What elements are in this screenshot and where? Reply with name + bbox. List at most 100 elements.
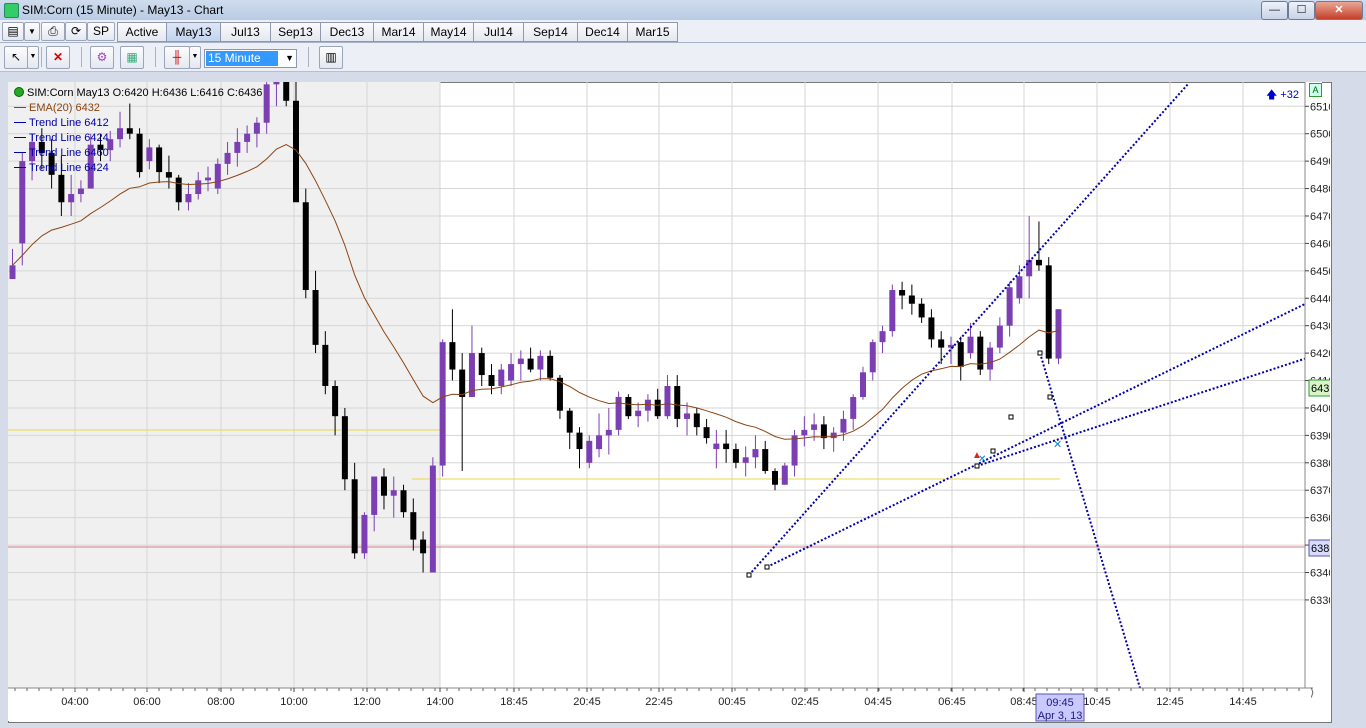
candle-body [429, 465, 436, 573]
trend-line [976, 357, 1308, 467]
tab-jul13[interactable]: Jul13 [220, 22, 271, 42]
time-tick-label: 06:45 [938, 696, 966, 708]
candle-body [664, 386, 671, 417]
tab-dec13[interactable]: Dec13 [320, 22, 374, 42]
execution-marker: ✕ [978, 454, 986, 465]
chart-legend: SIM:Corn May13 O:6420 H:6436 L:6416 C:64… [14, 86, 262, 176]
candle-body [1006, 287, 1013, 326]
candle-body [830, 432, 837, 439]
up-arrow-icon: 🡅 [1266, 89, 1278, 101]
tab-dec14[interactable]: Dec14 [577, 22, 628, 42]
print-icon[interactable]: ⎙ [41, 22, 65, 41]
interval-dropdown[interactable]: 15 Minute ▼ [204, 49, 297, 68]
tab-may13[interactable]: May13 [166, 22, 221, 42]
instrument-selector[interactable]: SP ▼ [87, 22, 115, 55]
properties-icon[interactable]: ⚙ [90, 46, 114, 69]
time-tick-label: 00:45 [718, 696, 746, 708]
trend-line [1039, 352, 1141, 689]
cursor-date-label: Apr 3, 13 [1038, 710, 1083, 722]
candle-body [566, 410, 573, 433]
tab-may14[interactable]: May14 [423, 22, 474, 42]
candle-body [928, 317, 935, 340]
candle-body [537, 355, 544, 370]
tab-mar15[interactable]: Mar15 [627, 22, 678, 42]
candle-body [371, 476, 378, 515]
autoscale-badge[interactable]: A [1309, 83, 1322, 97]
instrument-tab-bar: ▤ ▼ ⎙ ⟳ SP ▼ ActiveMay13Jul13Sep13Dec13M… [0, 20, 1366, 55]
chevron-down-icon[interactable]: ▼ [189, 46, 201, 69]
pointer-icon[interactable]: ↖ [4, 46, 28, 69]
candle-body [859, 372, 866, 397]
refresh-icon[interactable]: ⟳ [65, 22, 87, 41]
tab-sep13[interactable]: Sep13 [270, 22, 321, 42]
price-tick-label: 6490 [1310, 156, 1330, 168]
candle-body [488, 375, 495, 387]
price-tick-label: 6460 [1310, 238, 1330, 250]
time-tick-label: 22:45 [645, 696, 673, 708]
candle-body [908, 295, 915, 304]
candle-body [879, 331, 886, 343]
chevron-down-icon[interactable]: ▼ [27, 46, 39, 69]
tab-jul14[interactable]: Jul14 [473, 22, 524, 42]
candle-body [380, 476, 387, 496]
chart-icon[interactable]: ▤ [2, 22, 24, 41]
window-titlebar[interactable]: SIM:Corn (15 Minute) - May13 - Chart — ☐… [0, 0, 1366, 20]
window-title: SIM:Corn (15 Minute) - May13 - Chart [22, 3, 224, 17]
candle-body [625, 396, 632, 417]
candle-body [1016, 276, 1023, 299]
toolbar-separator [81, 47, 82, 67]
bars-right-indicator[interactable]: 🡅 +32 [1266, 86, 1299, 105]
candle-body [674, 386, 681, 419]
workspace-icon[interactable]: ▥ [319, 46, 343, 69]
candle-body [654, 399, 661, 417]
candle-body [498, 369, 505, 387]
candle-body [957, 342, 964, 367]
bars-right-count: +32 [1280, 89, 1300, 101]
candle-body [341, 416, 348, 480]
maximize-button[interactable]: ☐ [1288, 1, 1315, 20]
status-dot-icon [14, 87, 24, 97]
candle-body [410, 512, 417, 540]
candle-body [635, 410, 642, 417]
candle-body [762, 449, 769, 472]
time-tick-label: 04:00 [61, 696, 89, 708]
price-tick-label: 6480 [1310, 184, 1330, 196]
time-tick-label: 06:00 [133, 696, 161, 708]
trend-anchor [746, 572, 752, 578]
candle-body [185, 194, 192, 203]
candle-body [517, 358, 524, 365]
candle-body [390, 490, 397, 496]
trend-line [748, 82, 1190, 576]
tab-active[interactable]: Active [117, 22, 167, 42]
toolbar-separator [155, 47, 156, 67]
candle-body [772, 471, 779, 485]
candle-body [302, 202, 309, 291]
candle-body [527, 358, 534, 370]
candle-body [693, 413, 700, 428]
legend-ohlc: SIM:Corn May13 O:6420 H:6436 L:6416 C:64… [14, 86, 262, 101]
close-button[interactable]: ✕ [1315, 1, 1363, 20]
legend-ema: EMA(20) 6432 [14, 101, 262, 116]
tab-mar14[interactable]: Mar14 [373, 22, 424, 42]
candle-body [996, 325, 1003, 348]
price-tick-label: 6400 [1310, 403, 1330, 415]
data-box-icon[interactable]: ▦ [120, 46, 144, 69]
candle-body [273, 82, 280, 85]
minimize-button[interactable]: — [1261, 1, 1288, 20]
candle-body [58, 174, 65, 203]
legend-trend-line: Trend Line 6460 [14, 146, 262, 161]
price-tick-label: 6360 [1310, 513, 1330, 525]
price-chart[interactable]: ▲✕✕6510650064906480647064606450644064306… [8, 82, 1330, 722]
price-tick-label: 6380 [1310, 458, 1330, 470]
legend-trend-line: Trend Line 6424 [14, 131, 262, 146]
bar-style-icon[interactable]: ╫ [164, 46, 190, 69]
interval-value: 15 Minute [206, 51, 278, 66]
time-tick-label: 12:00 [353, 696, 381, 708]
tab-sep14[interactable]: Sep14 [523, 22, 578, 42]
price-tick-label: 6390 [1310, 430, 1330, 442]
trend-anchor [1047, 394, 1053, 400]
delete-drawing-icon[interactable]: ✕ [46, 46, 70, 69]
trend-anchor [1008, 414, 1014, 420]
candle-body [263, 84, 270, 123]
chevron-down-icon[interactable]: ▼ [24, 22, 40, 41]
